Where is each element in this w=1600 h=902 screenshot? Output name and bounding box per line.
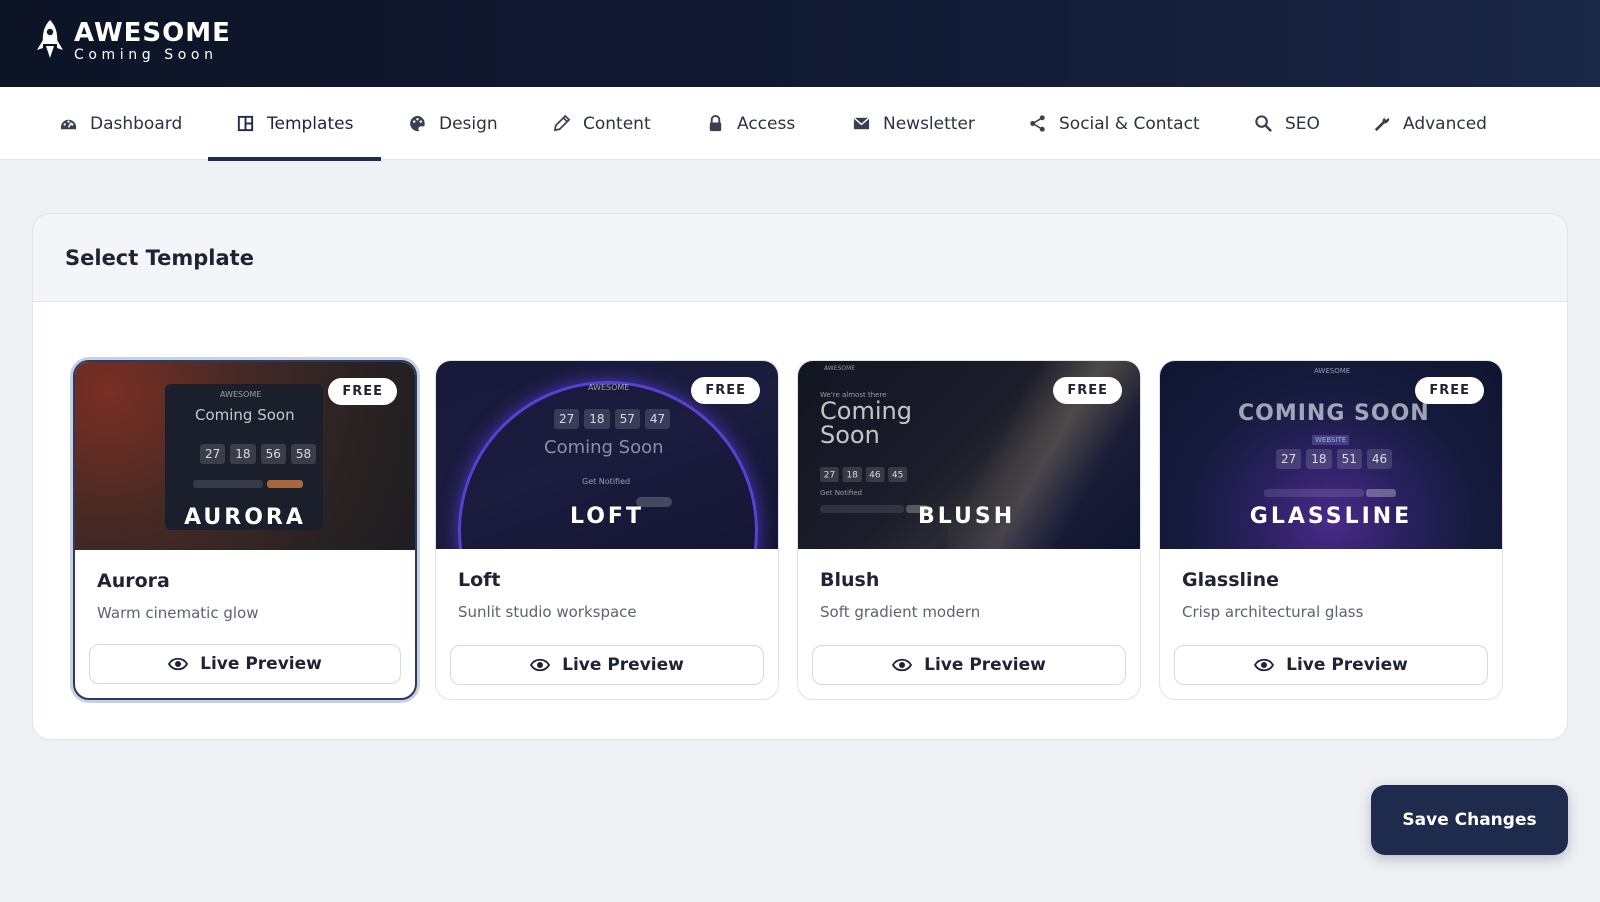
template-description: Crisp architectural glass — [1182, 603, 1364, 621]
envelope-icon — [853, 117, 870, 130]
thumbnail-title: AURORA — [184, 505, 306, 530]
template-description: Warm cinematic glow — [97, 604, 259, 622]
live-preview-button[interactable]: Live Preview — [450, 645, 764, 685]
templates-grid-icon — [237, 115, 254, 132]
brand-subtitle: Coming Soon — [74, 47, 218, 63]
tab-label: Design — [439, 113, 498, 134]
thumbnail-title: LOFT — [570, 504, 644, 529]
template-thumbnail: AWESOME We're almost there Coming Soon 2… — [798, 361, 1140, 549]
main-nav: Dashboard Templates Design Content Acces… — [0, 87, 1600, 161]
template-card-aurora[interactable]: AWESOME Coming Soon 27 18 56 58 AURORA F… — [73, 360, 417, 700]
tab-seo[interactable]: SEO — [1254, 87, 1320, 160]
eye-icon — [530, 658, 551, 672]
template-card-loft[interactable]: AWESOME 27 18 57 47 Coming Soon Get Noti… — [435, 360, 779, 700]
template-thumbnail: AWESOME 27 18 57 47 Coming Soon Get Noti… — [436, 361, 778, 549]
thumbnail-title: BLUSH — [918, 504, 1016, 529]
free-badge: FREE — [328, 378, 397, 405]
pencil-icon — [553, 114, 571, 132]
live-preview-button[interactable]: Live Preview — [89, 644, 401, 684]
tab-label: Advanced — [1403, 113, 1487, 134]
template-name: Aurora — [97, 570, 170, 592]
dashboard-gauge-icon — [60, 119, 77, 130]
template-panel: Select Template AWESOME Coming Soon 27 1… — [32, 213, 1568, 740]
free-badge: FREE — [1053, 377, 1122, 404]
template-card-glassline[interactable]: AWESOME COMING SOON WEBSITE 27 18 51 46 … — [1159, 360, 1503, 700]
tab-label: Content — [583, 113, 651, 134]
tab-newsletter[interactable]: Newsletter — [852, 87, 975, 160]
tab-label: Social & Contact — [1059, 113, 1200, 134]
lock-icon — [709, 114, 722, 132]
tab-templates[interactable]: Templates — [207, 87, 382, 161]
live-preview-button[interactable]: Live Preview — [1174, 645, 1488, 685]
tab-label: SEO — [1285, 113, 1320, 134]
tab-design[interactable]: Design — [408, 87, 498, 160]
rocket-icon — [37, 20, 63, 58]
panel-title: Select Template — [65, 245, 254, 270]
free-badge: FREE — [1415, 377, 1484, 404]
save-changes-button[interactable]: Save Changes — [1371, 785, 1568, 855]
tab-content[interactable]: Content — [552, 87, 651, 160]
tab-social-contact[interactable]: Social & Contact — [1028, 87, 1200, 160]
panel-header: Select Template — [33, 214, 1567, 302]
template-name: Blush — [820, 569, 880, 591]
tab-label: Templates — [267, 113, 354, 134]
tab-label: Dashboard — [90, 113, 183, 134]
tab-advanced[interactable]: Advanced — [1372, 87, 1487, 160]
search-icon — [1255, 115, 1272, 132]
tab-dashboard[interactable]: Dashboard — [59, 87, 182, 160]
thumbnail-title: GLASSLINE — [1249, 504, 1413, 529]
eye-icon — [1254, 658, 1275, 672]
tab-label: Access — [737, 113, 796, 134]
template-name: Loft — [458, 569, 501, 591]
template-description: Sunlit studio workspace — [458, 603, 637, 621]
eye-icon — [168, 657, 189, 671]
template-thumbnail: AWESOME Coming Soon 27 18 56 58 AURORA F… — [75, 362, 415, 550]
top-header: AWESOME Coming Soon — [0, 0, 1600, 87]
brand-title: AWESOME — [74, 18, 231, 48]
live-preview-button[interactable]: Live Preview — [812, 645, 1126, 685]
template-card-blush[interactable]: AWESOME We're almost there Coming Soon 2… — [797, 360, 1141, 700]
eye-icon — [892, 658, 913, 672]
tab-label: Newsletter — [883, 113, 975, 134]
template-thumbnail: AWESOME COMING SOON WEBSITE 27 18 51 46 … — [1160, 361, 1502, 549]
share-icon — [1030, 115, 1045, 132]
template-description: Soft gradient modern — [820, 603, 981, 621]
tab-access[interactable]: Access — [706, 87, 795, 160]
free-badge: FREE — [691, 377, 760, 404]
palette-icon — [410, 115, 425, 132]
brand-logo[interactable]: AWESOME Coming Soon — [34, 18, 231, 64]
wrench-icon — [1374, 116, 1390, 132]
template-name: Glassline — [1182, 569, 1279, 591]
